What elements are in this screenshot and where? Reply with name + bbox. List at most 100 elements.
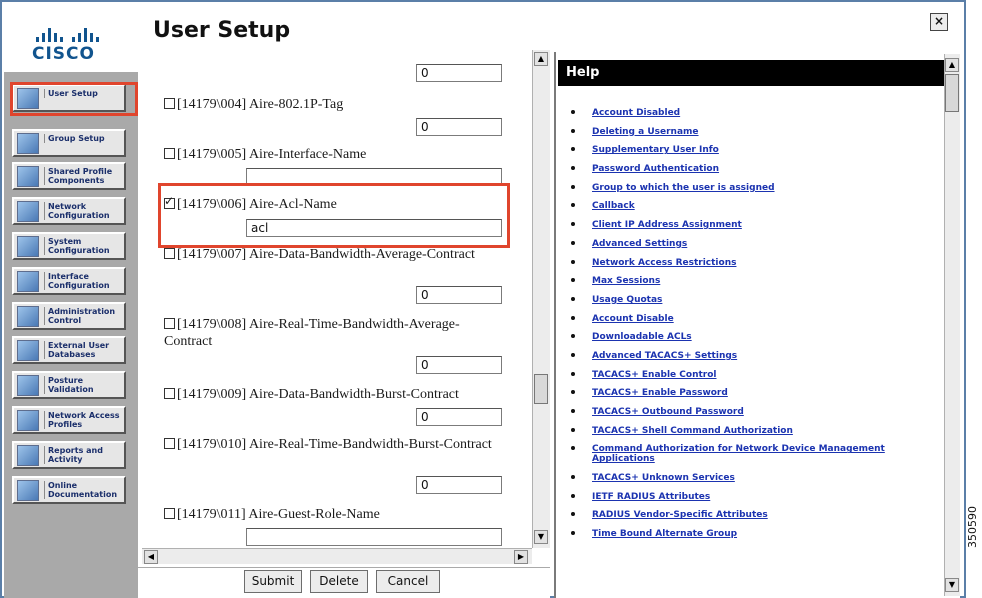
attribute-checkbox[interactable] <box>164 148 175 159</box>
attribute-label: [14179\007] Aire-Data-Bandwidth-Average-… <box>177 247 475 262</box>
cisco-wordmark: CISCO <box>32 44 95 64</box>
scroll-up-arrow-icon[interactable]: ▲ <box>945 58 959 72</box>
help-link[interactable]: Downloadable ACLs <box>568 332 948 342</box>
attribute-checkbox[interactable] <box>164 388 175 399</box>
cancel-button[interactable]: Cancel <box>376 570 440 593</box>
close-button[interactable]: × <box>930 13 948 31</box>
database-icon <box>17 340 39 361</box>
nav-button-2[interactable]: Shared Profile Components <box>12 162 126 190</box>
scroll-left-arrow-icon[interactable]: ◀ <box>144 550 158 564</box>
nav-button-4[interactable]: System Configuration <box>12 232 126 260</box>
scroll-down-arrow-icon[interactable]: ▼ <box>945 578 959 592</box>
attribute-checkbox[interactable] <box>164 318 175 329</box>
attribute-row-6: [14179\010] Aire-Real-Time-Bandwidth-Bur… <box>164 436 504 453</box>
nav-button-label: Network Access Profiles <box>44 411 126 429</box>
user-setup-form: 0 [14179\004] Aire-802.1P-Tag 0 [14179\005]… <box>138 50 532 564</box>
help-link[interactable]: TACACS+ Unknown Services <box>568 473 948 483</box>
attribute-value-field[interactable] <box>246 528 502 546</box>
nav-button-9[interactable]: Network Access Profiles <box>12 406 126 434</box>
help-link-list: Account Disabled Deleting a Username Suppl… <box>568 108 948 548</box>
nav-button-6[interactable]: Administration Control <box>12 302 126 330</box>
attribute-checkbox[interactable] <box>164 248 175 259</box>
help-link[interactable]: Command Authorization for Network Device… <box>568 444 948 464</box>
help-link[interactable]: RADIUS Vendor-Specific Attributes <box>568 510 948 520</box>
help-link[interactable]: Supplementary User Info <box>568 145 948 155</box>
attribute-value-field[interactable]: 0 <box>416 408 502 426</box>
submit-button[interactable]: Submit <box>244 570 302 593</box>
help-title: Help <box>558 60 944 86</box>
nav-button-1[interactable]: Group Setup <box>12 129 126 157</box>
help-link[interactable]: Advanced Settings <box>568 239 948 249</box>
cisco-bars-icon <box>36 28 106 42</box>
left-navigation: User Setup Group Setup Shared Profile Comp… <box>4 72 138 598</box>
network-access-icon <box>17 410 39 431</box>
scroll-thumb[interactable] <box>945 74 959 112</box>
form-horizontal-scrollbar[interactable]: ◀ ▶ <box>142 548 532 564</box>
help-link[interactable]: Advanced TACACS+ Settings <box>568 351 948 361</box>
attribute-label: [14179\010] Aire-Real-Time-Bandwidth-Bur… <box>177 437 492 452</box>
attribute-row-3: [14179\007] Aire-Data-Bandwidth-Average-… <box>164 246 504 263</box>
delete-button[interactable]: Delete <box>310 570 368 593</box>
nav-button-label: Shared Profile Components <box>44 167 126 185</box>
nav-button-5[interactable]: Interface Configuration <box>12 267 126 295</box>
attribute-value-field[interactable]: 0 <box>416 476 502 494</box>
attribute-value-field[interactable]: 0 <box>416 356 502 374</box>
attribute-checkbox[interactable] <box>164 438 175 449</box>
attribute-value-field[interactable]: 0 <box>416 118 502 136</box>
attribute-row-7: [14179\011] Aire-Guest-Role-Name <box>164 506 504 523</box>
help-link[interactable]: Group to which the user is assigned <box>568 183 948 193</box>
figure-id: 350590 <box>966 506 979 548</box>
help-link[interactable]: Account Disable <box>568 314 948 324</box>
scroll-up-arrow-icon[interactable]: ▲ <box>534 52 548 66</box>
nav-button-label: Online Documentation <box>44 481 126 499</box>
page-title: User Setup <box>153 18 291 43</box>
help-link[interactable]: TACACS+ Enable Control <box>568 370 948 380</box>
attribute-row-1: [14179\005] Aire-Interface-Name <box>164 146 504 163</box>
shared-profile-icon <box>17 166 39 187</box>
scroll-down-arrow-icon[interactable]: ▼ <box>534 530 548 544</box>
help-link[interactable]: Account Disabled <box>568 108 948 118</box>
nav-button-label: Group Setup <box>44 134 126 143</box>
help-link[interactable]: Password Authentication <box>568 164 948 174</box>
nav-button-label: Interface Configuration <box>44 272 126 290</box>
reports-icon <box>17 445 39 466</box>
help-vertical-scrollbar[interactable]: ▲ ▼ <box>944 54 960 596</box>
nav-button-label: Administration Control <box>44 307 126 325</box>
attribute-checkbox[interactable] <box>164 98 175 109</box>
nav-button-8[interactable]: Posture Validation <box>12 371 126 399</box>
acl-name-highlight <box>158 183 510 248</box>
nav-button-10[interactable]: Reports and Activity <box>12 441 126 469</box>
attribute-row-5: [14179\009] Aire-Data-Bandwidth-Burst-Co… <box>164 386 504 403</box>
help-link[interactable]: Usage Quotas <box>568 295 948 305</box>
group-icon <box>17 133 39 154</box>
attribute-label: [14179\005] Aire-Interface-Name <box>177 147 367 162</box>
acs-window: CISCO User Setup Group Setup Shared Profil… <box>0 0 966 598</box>
help-link[interactable]: Network Access Restrictions <box>568 258 948 268</box>
network-icon <box>17 201 39 222</box>
help-link[interactable]: TACACS+ Outbound Password <box>568 407 948 417</box>
help-link[interactable]: TACACS+ Enable Password <box>568 388 948 398</box>
documentation-icon <box>17 480 39 501</box>
attribute-value-field[interactable]: 0 <box>416 286 502 304</box>
help-link[interactable]: Time Bound Alternate Group <box>568 529 948 539</box>
administration-icon <box>17 306 39 327</box>
help-link[interactable]: Max Sessions <box>568 276 948 286</box>
nav-button-3[interactable]: Network Configuration <box>12 197 126 225</box>
attribute-value-field[interactable]: 0 <box>416 64 502 82</box>
attribute-checkbox[interactable] <box>164 508 175 519</box>
nav-button-label: System Configuration <box>44 237 126 255</box>
help-link[interactable]: TACACS+ Shell Command Authorization <box>568 426 948 436</box>
form-vertical-scrollbar[interactable]: ▲ ▼ <box>532 50 550 548</box>
attribute-label: [14179\011] Aire-Guest-Role-Name <box>177 507 380 522</box>
help-link[interactable]: Deleting a Username <box>568 127 948 137</box>
help-link[interactable]: Client IP Address Assignment <box>568 220 948 230</box>
nav-button-11[interactable]: Online Documentation <box>12 476 126 504</box>
cisco-logo: CISCO <box>10 20 134 66</box>
help-link[interactable]: Callback <box>568 201 948 211</box>
help-link[interactable]: IETF RADIUS Attributes <box>568 492 948 502</box>
scroll-right-arrow-icon[interactable]: ▶ <box>514 550 528 564</box>
nav-button-7[interactable]: External User Databases <box>12 336 126 364</box>
scroll-thumb[interactable] <box>534 374 548 404</box>
nav-button-label: External User Databases <box>44 341 126 359</box>
nav-button-label: Network Configuration <box>44 202 126 220</box>
